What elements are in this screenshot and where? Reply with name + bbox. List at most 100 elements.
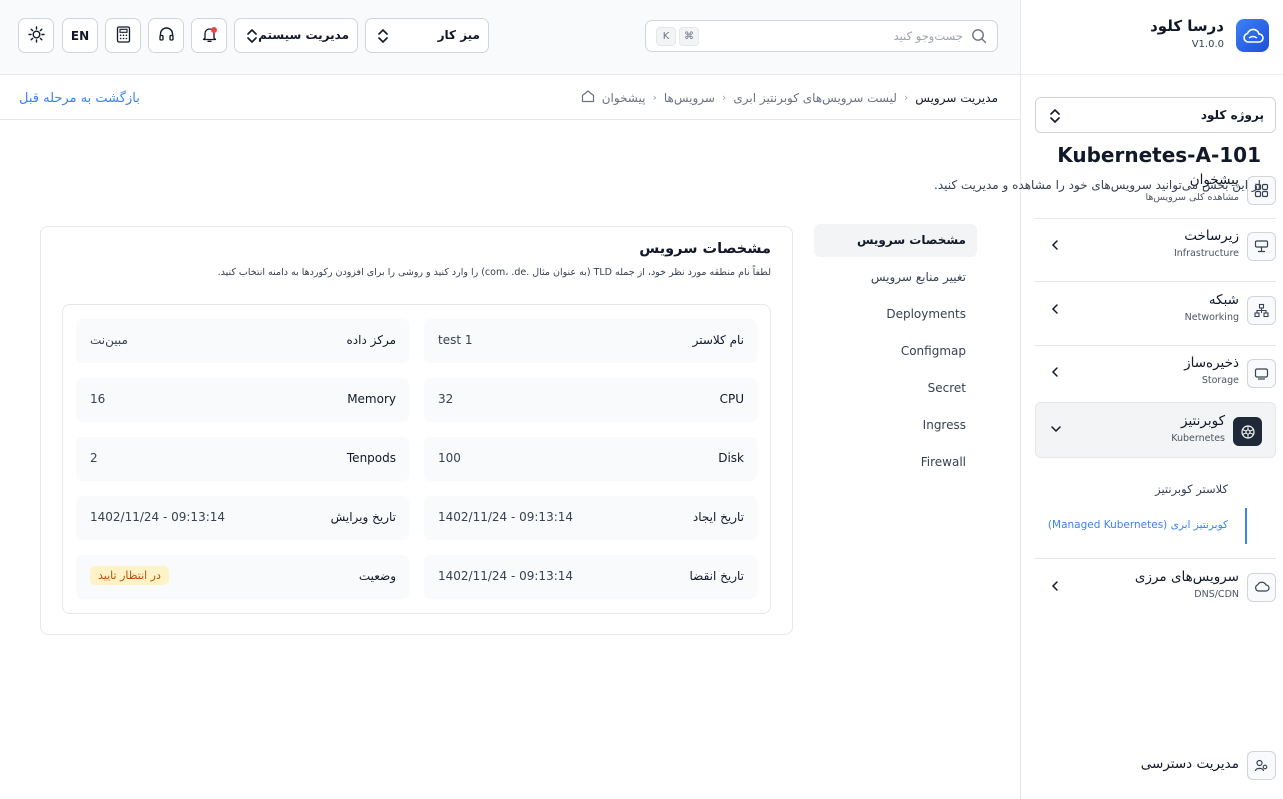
breadcrumb: پیشخوان ‹ سرویس‌ها ‹ لیست سرویس‌های کوبر… — [581, 89, 998, 106]
notifications-button[interactable] — [191, 18, 227, 53]
field-cluster-name: نام کلاستر test 1 — [424, 319, 757, 363]
chevron-left-icon — [1050, 303, 1060, 318]
brand-version: V1.0.0 — [1191, 39, 1224, 50]
top-header: EN مدیریت سیستم میز کار جست‌وجو کنید ⌘ — [0, 0, 1020, 75]
breadcrumb-item[interactable]: پیشخوان — [602, 91, 646, 105]
field-value: 1402/11/24 - 09:13:14 — [438, 510, 574, 524]
tab-configmap[interactable]: Configmap — [814, 335, 977, 368]
field-datacenter: مرکز داده مبین‌نت — [76, 319, 409, 363]
updown-chevron-icon — [1048, 107, 1062, 128]
kbd-k: K — [656, 27, 676, 46]
kubernetes-icon — [1233, 417, 1262, 446]
chevron-down-icon — [1050, 423, 1062, 437]
field-value: test 1 — [438, 333, 473, 347]
tab-service-details[interactable]: مشخصات سرویس — [814, 224, 977, 257]
details-grid: نام کلاستر test 1 مرکز داده مبین‌نت CPU … — [62, 304, 771, 614]
service-details-card: مشخصات سرویس لطفاً نام منطقه مورد نظر خو… — [40, 226, 793, 635]
project-select-label: پروژه کلود — [1200, 108, 1264, 122]
field-disk: Disk 100 — [424, 437, 757, 481]
card-title: مشخصات سرویس — [639, 241, 771, 257]
chevron-left-icon — [1050, 580, 1060, 595]
support-button[interactable] — [148, 18, 184, 53]
page-title: Kubernetes-A-101 — [1057, 143, 1261, 167]
breadcrumb-separator-icon: ‹ — [903, 91, 909, 104]
sidebar-item-label: شبکه — [1208, 292, 1239, 308]
chevron-left-icon — [1050, 239, 1060, 254]
brand-name: درسا کلود — [1150, 17, 1224, 35]
workspace-select[interactable]: میز کار — [365, 18, 489, 53]
tab-label: Ingress — [922, 418, 966, 432]
tab-secret[interactable]: Secret — [814, 372, 977, 405]
service-tabs: مشخصات سرویس تغییر منابع سرویس Deploymen… — [814, 224, 977, 483]
breadcrumb-separator-icon: ‹ — [721, 91, 727, 104]
field-edited-date: تاریخ ویرایش 1402/11/24 - 09:13:14 — [76, 496, 409, 540]
subnav-managed-kubernetes[interactable]: کوبرنتیز ابری (Managed Kubernetes) — [1048, 519, 1228, 531]
server-icon — [1247, 232, 1276, 261]
field-value: 16 — [90, 392, 106, 406]
storage-icon — [1247, 359, 1276, 388]
status-badge: در انتظار تایید — [90, 566, 169, 585]
field-value: مبین‌نت — [90, 333, 128, 347]
field-value: 32 — [438, 392, 454, 406]
field-created-date: تاریخ ایجاد 1402/11/24 - 09:13:14 — [424, 496, 757, 540]
system-admin-label: مدیریت سیستم — [258, 28, 349, 42]
field-memory: Memory 16 — [76, 378, 409, 422]
tab-firewall[interactable]: Firewall — [814, 446, 977, 479]
system-admin-select[interactable]: مدیریت سیستم — [234, 18, 358, 53]
field-label: مرکز داده — [346, 333, 396, 347]
sidebar-item-kubernetes[interactable]: کوبرنتیز Kubernetes — [1035, 402, 1276, 458]
field-expiry-date: تاریخ انقضا 1402/11/24 - 09:13:14 — [424, 555, 757, 599]
field-value: 2 — [90, 451, 98, 465]
tab-deployments[interactable]: Deployments — [814, 298, 977, 331]
tab-ingress[interactable]: Ingress — [814, 409, 977, 442]
sidebar-item-sublabel: Networking — [1184, 312, 1239, 323]
breadcrumb-bar: بازگشت به مرحله قبل پیشخوان ‹ سرویس‌ها ‹… — [0, 76, 1020, 120]
sidebar-item-label: کوبرنتیز — [1181, 413, 1225, 429]
sidebar-item-storage[interactable]: ذخیره‌ساز Storage — [1035, 345, 1276, 401]
search-input[interactable]: جست‌وجو کنید ⌘ K — [645, 20, 998, 52]
language-label: EN — [70, 28, 90, 43]
field-label: تاریخ ویرایش — [330, 510, 396, 524]
field-label: Tenpods — [346, 451, 396, 465]
breadcrumb-separator-icon: ‹ — [652, 91, 657, 104]
sidebar-item-infrastructure[interactable]: زیرساخت Infrastructure — [1035, 218, 1276, 274]
sidebar-item-sublabel: Infrastructure — [1173, 248, 1239, 259]
headphones-icon — [158, 26, 175, 45]
field-value: 1402/11/24 - 09:13:14 — [90, 510, 226, 524]
breadcrumb-item[interactable]: سرویس‌ها — [664, 91, 715, 105]
tab-label: Secret — [927, 381, 966, 395]
sidebar-item-label: سرویس‌های مرزی — [1134, 569, 1239, 585]
project-select[interactable]: پروژه کلود — [1035, 97, 1276, 133]
network-icon — [1247, 296, 1276, 325]
field-label: تاریخ ایجاد — [692, 510, 744, 524]
field-label: تاریخ انقضا — [689, 569, 745, 583]
cloud-logo-icon — [1236, 19, 1269, 52]
field-label: Memory — [347, 392, 396, 406]
sidebar-item-edge-services[interactable]: سرویس‌های مرزی DNS/CDN — [1035, 559, 1276, 615]
back-link[interactable]: بازگشت به مرحله قبل — [19, 91, 140, 106]
users-icon — [1247, 751, 1276, 780]
sidebar-item-sublabel: مشاهده کلی سرویس‌ها — [1145, 192, 1239, 203]
tab-change-resources[interactable]: تغییر منابع سرویس — [814, 261, 977, 294]
search-icon — [971, 28, 987, 47]
calculator-button[interactable] — [105, 18, 141, 53]
subnav-kubernetes-cluster[interactable]: کلاستر کوبرنتیز — [1155, 482, 1228, 496]
field-value: 100 — [438, 451, 461, 465]
brand: درسا کلود V1.0.0 — [1021, 0, 1283, 75]
sidebar-item-label: ذخیره‌ساز — [1184, 355, 1239, 371]
sidebar-item-label: زیرساخت — [1184, 228, 1239, 244]
field-status: وضعیت در انتظار تایید — [76, 555, 409, 599]
workspace-label: میز کار — [437, 28, 480, 42]
field-label: نام کلاستر — [692, 333, 744, 347]
sidebar-item-access-management[interactable]: مدیریت دسترسی — [1035, 737, 1276, 793]
tab-label: Deployments — [886, 307, 966, 321]
theme-toggle-button[interactable] — [18, 18, 54, 53]
search-placeholder: جست‌وجو کنید — [893, 29, 963, 43]
field-label: Disk — [718, 451, 744, 465]
sidebar-item-sublabel: Kubernetes — [1171, 433, 1225, 444]
breadcrumb-item[interactable]: لیست سرویس‌های کوبرنتیز ابری — [733, 91, 896, 105]
sidebar-item-networking[interactable]: شبکه Networking — [1035, 282, 1276, 338]
field-value: 1402/11/24 - 09:13:14 — [438, 569, 574, 583]
sun-icon — [27, 25, 45, 46]
language-button[interactable]: EN — [62, 18, 98, 53]
